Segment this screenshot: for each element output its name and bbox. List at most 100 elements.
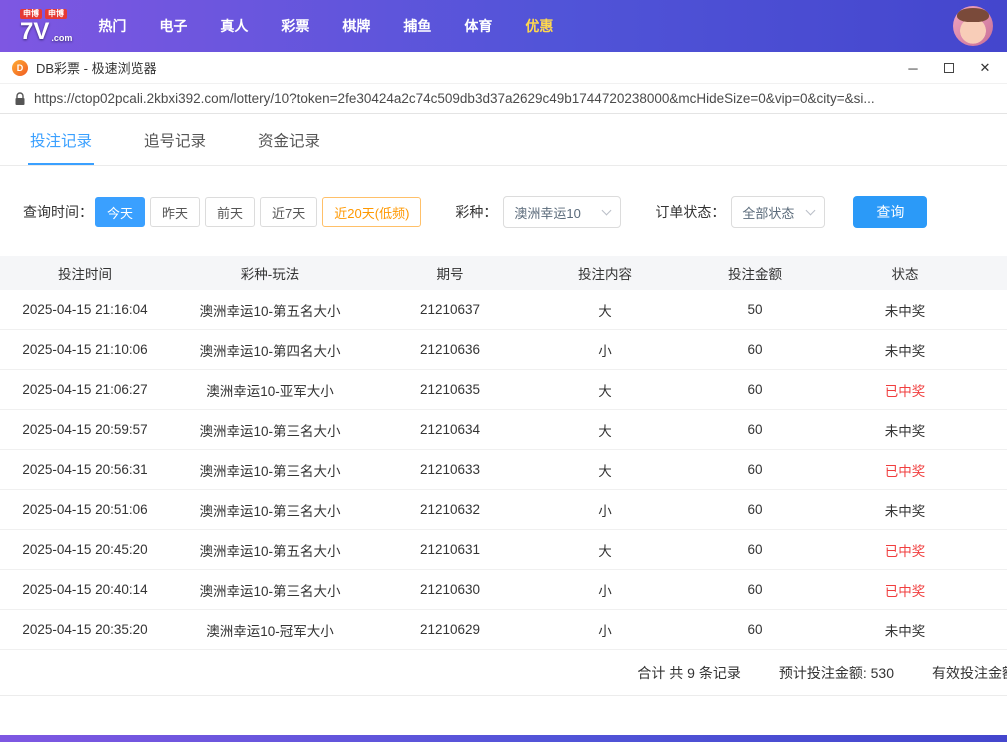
cell-status: 未中奖 <box>830 620 980 640</box>
cell-game: 澳洲幸运10-亚军大小 <box>170 380 370 400</box>
cell-bet-time: 2025-04-15 20:59:57 <box>0 422 170 437</box>
main-menu: 热门 电子 真人 彩票 棋牌 捕鱼 体育 优惠 <box>98 16 553 36</box>
time-filter-label: 查询时间： <box>23 202 93 222</box>
url-bar: https://ctop02pcali.2kbxi392.com/lottery… <box>0 84 1007 114</box>
table-row: 2025-04-15 21:16:04 澳洲幸运10-第五名大小 2121063… <box>0 290 1007 330</box>
cell-content: 小 <box>530 580 680 600</box>
cell-status: 已中奖 <box>830 540 980 560</box>
cell-game: 澳洲幸运10-冠军大小 <box>170 620 370 640</box>
user-avatar[interactable] <box>953 6 993 46</box>
url-text[interactable]: https://ctop02pcali.2kbxi392.com/lottery… <box>34 91 1007 106</box>
cell-bet-time: 2025-04-15 20:45:20 <box>0 542 170 557</box>
cell-amount: 60 <box>680 342 830 357</box>
cell-game: 澳洲幸运10-第三名大小 <box>170 580 370 600</box>
logo-badge: 申博 <box>45 9 67 19</box>
menu-item-promotions[interactable]: 优惠 <box>525 16 553 36</box>
record-tabs: 投注记录 追号记录 资金记录 <box>0 114 1007 166</box>
cell-amount: 60 <box>680 382 830 397</box>
cell-game: 澳洲幸运10-第五名大小 <box>170 540 370 560</box>
cell-bet-time: 2025-04-15 21:16:04 <box>0 302 170 317</box>
order-status-label: 订单状态： <box>655 202 725 222</box>
table-header: 投注时间 彩种-玩法 期号 投注内容 投注金额 状态 <box>0 256 1007 290</box>
minimize-button[interactable]: ─ <box>895 52 931 84</box>
cell-content: 大 <box>530 420 680 440</box>
menu-item-fishing[interactable]: 捕鱼 <box>403 16 431 36</box>
summary-total: 合计 共 9 条记录 <box>637 663 740 683</box>
cell-content: 大 <box>530 460 680 480</box>
cell-status: 未中奖 <box>830 300 980 320</box>
cell-game: 澳洲幸运10-第五名大小 <box>170 300 370 320</box>
summary-inner: 合计 共 9 条记录 预计投注金额: 530 有效投注金额 <box>0 663 1007 683</box>
cell-issue: 21210633 <box>370 462 530 477</box>
table-row: 2025-04-15 21:06:27 澳洲幸运10-亚军大小 21210635… <box>0 370 1007 410</box>
cell-amount: 60 <box>680 462 830 477</box>
menu-item-boardgames[interactable]: 棋牌 <box>342 16 370 36</box>
cell-content: 小 <box>530 340 680 360</box>
menu-item-electronic[interactable]: 电子 <box>159 16 187 36</box>
logo-brand: 7V .com <box>20 20 72 44</box>
cell-game: 澳洲幸运10-第三名大小 <box>170 460 370 480</box>
logo-brand-suffix: .com <box>51 32 72 44</box>
close-icon: ✕ <box>980 60 991 76</box>
table-body: 2025-04-15 21:16:04 澳洲幸运10-第五名大小 2121063… <box>0 290 1007 650</box>
menu-item-sports[interactable]: 体育 <box>464 16 492 36</box>
header-bet-time: 投注时间 <box>0 263 170 283</box>
menu-item-live[interactable]: 真人 <box>220 16 248 36</box>
browser-titlebar: D DB彩票 - 极速浏览器 ─ ✕ <box>0 52 1007 84</box>
time-filter-daybefore[interactable]: 前天 <box>205 197 255 227</box>
time-filter-yesterday[interactable]: 昨天 <box>150 197 200 227</box>
table-row: 2025-04-15 20:40:14 澳洲幸运10-第三名大小 2121063… <box>0 570 1007 610</box>
time-filter-20days-lowfreq[interactable]: 近20天(低频) <box>322 197 421 227</box>
cell-bet-time: 2025-04-15 20:40:14 <box>0 582 170 597</box>
summary-bar: 合计 共 9 条记录 预计投注金额: 530 有效投注金额 <box>0 650 1007 696</box>
window-title: DB彩票 - 极速浏览器 <box>36 58 157 77</box>
bottom-gradient-strip <box>0 735 1007 742</box>
cell-issue: 21210636 <box>370 342 530 357</box>
cell-content: 小 <box>530 500 680 520</box>
minimize-icon: ─ <box>908 61 917 76</box>
tab-fund-records[interactable]: 资金记录 <box>256 114 322 165</box>
table-row: 2025-04-15 20:35:20 澳洲幸运10-冠军大小 21210629… <box>0 610 1007 650</box>
menu-item-lottery[interactable]: 彩票 <box>281 16 309 36</box>
time-filter-today[interactable]: 今天 <box>95 197 145 227</box>
lottery-select-value: 澳洲幸运10 <box>514 203 580 222</box>
cell-bet-time: 2025-04-15 20:51:06 <box>0 502 170 517</box>
cell-bet-time: 2025-04-15 21:10:06 <box>0 342 170 357</box>
cell-issue: 21210632 <box>370 502 530 517</box>
table-row: 2025-04-15 20:56:31 澳洲幸运10-第三名大小 2121063… <box>0 450 1007 490</box>
query-button[interactable]: 查询 <box>853 196 927 228</box>
summary-valid-amount: 有效投注金额 <box>932 663 1007 683</box>
cell-game: 澳洲幸运10-第三名大小 <box>170 500 370 520</box>
header-status: 状态 <box>830 263 980 283</box>
tab-bet-records[interactable]: 投注记录 <box>28 114 94 165</box>
bet-records-table: 投注时间 彩种-玩法 期号 投注内容 投注金额 状态 2025-04-15 21… <box>0 256 1007 650</box>
cell-issue: 21210631 <box>370 542 530 557</box>
close-button[interactable]: ✕ <box>967 52 1003 84</box>
cell-amount: 60 <box>680 622 830 637</box>
cell-amount: 50 <box>680 302 830 317</box>
table-row: 2025-04-15 20:45:20 澳洲幸运10-第五名大小 2121063… <box>0 530 1007 570</box>
logo-badges: 申博 申博 <box>20 9 67 19</box>
order-status-value: 全部状态 <box>742 203 794 222</box>
logo-brand-text: 7V <box>20 20 49 44</box>
order-status-select[interactable]: 全部状态 <box>731 196 825 228</box>
chevron-down-icon <box>602 205 612 215</box>
lottery-select[interactable]: 澳洲幸运10 <box>503 196 621 228</box>
cell-issue: 21210637 <box>370 302 530 317</box>
time-filter-7days[interactable]: 近7天 <box>260 197 317 227</box>
menu-item-hot[interactable]: 热门 <box>98 16 126 36</box>
cell-status: 未中奖 <box>830 340 980 360</box>
cell-status: 未中奖 <box>830 420 980 440</box>
table-row: 2025-04-15 20:51:06 澳洲幸运10-第三名大小 2121063… <box>0 490 1007 530</box>
maximize-icon <box>944 63 954 73</box>
cell-issue: 21210635 <box>370 382 530 397</box>
cell-game: 澳洲幸运10-第四名大小 <box>170 340 370 360</box>
site-logo[interactable]: 申博 申博 7V .com <box>20 9 72 44</box>
tab-chase-records[interactable]: 追号记录 <box>142 114 208 165</box>
cell-amount: 60 <box>680 542 830 557</box>
cell-amount: 60 <box>680 502 830 517</box>
maximize-button[interactable] <box>931 52 967 84</box>
cell-content: 大 <box>530 380 680 400</box>
window-controls: ─ ✕ <box>895 52 1003 84</box>
cell-content: 大 <box>530 300 680 320</box>
